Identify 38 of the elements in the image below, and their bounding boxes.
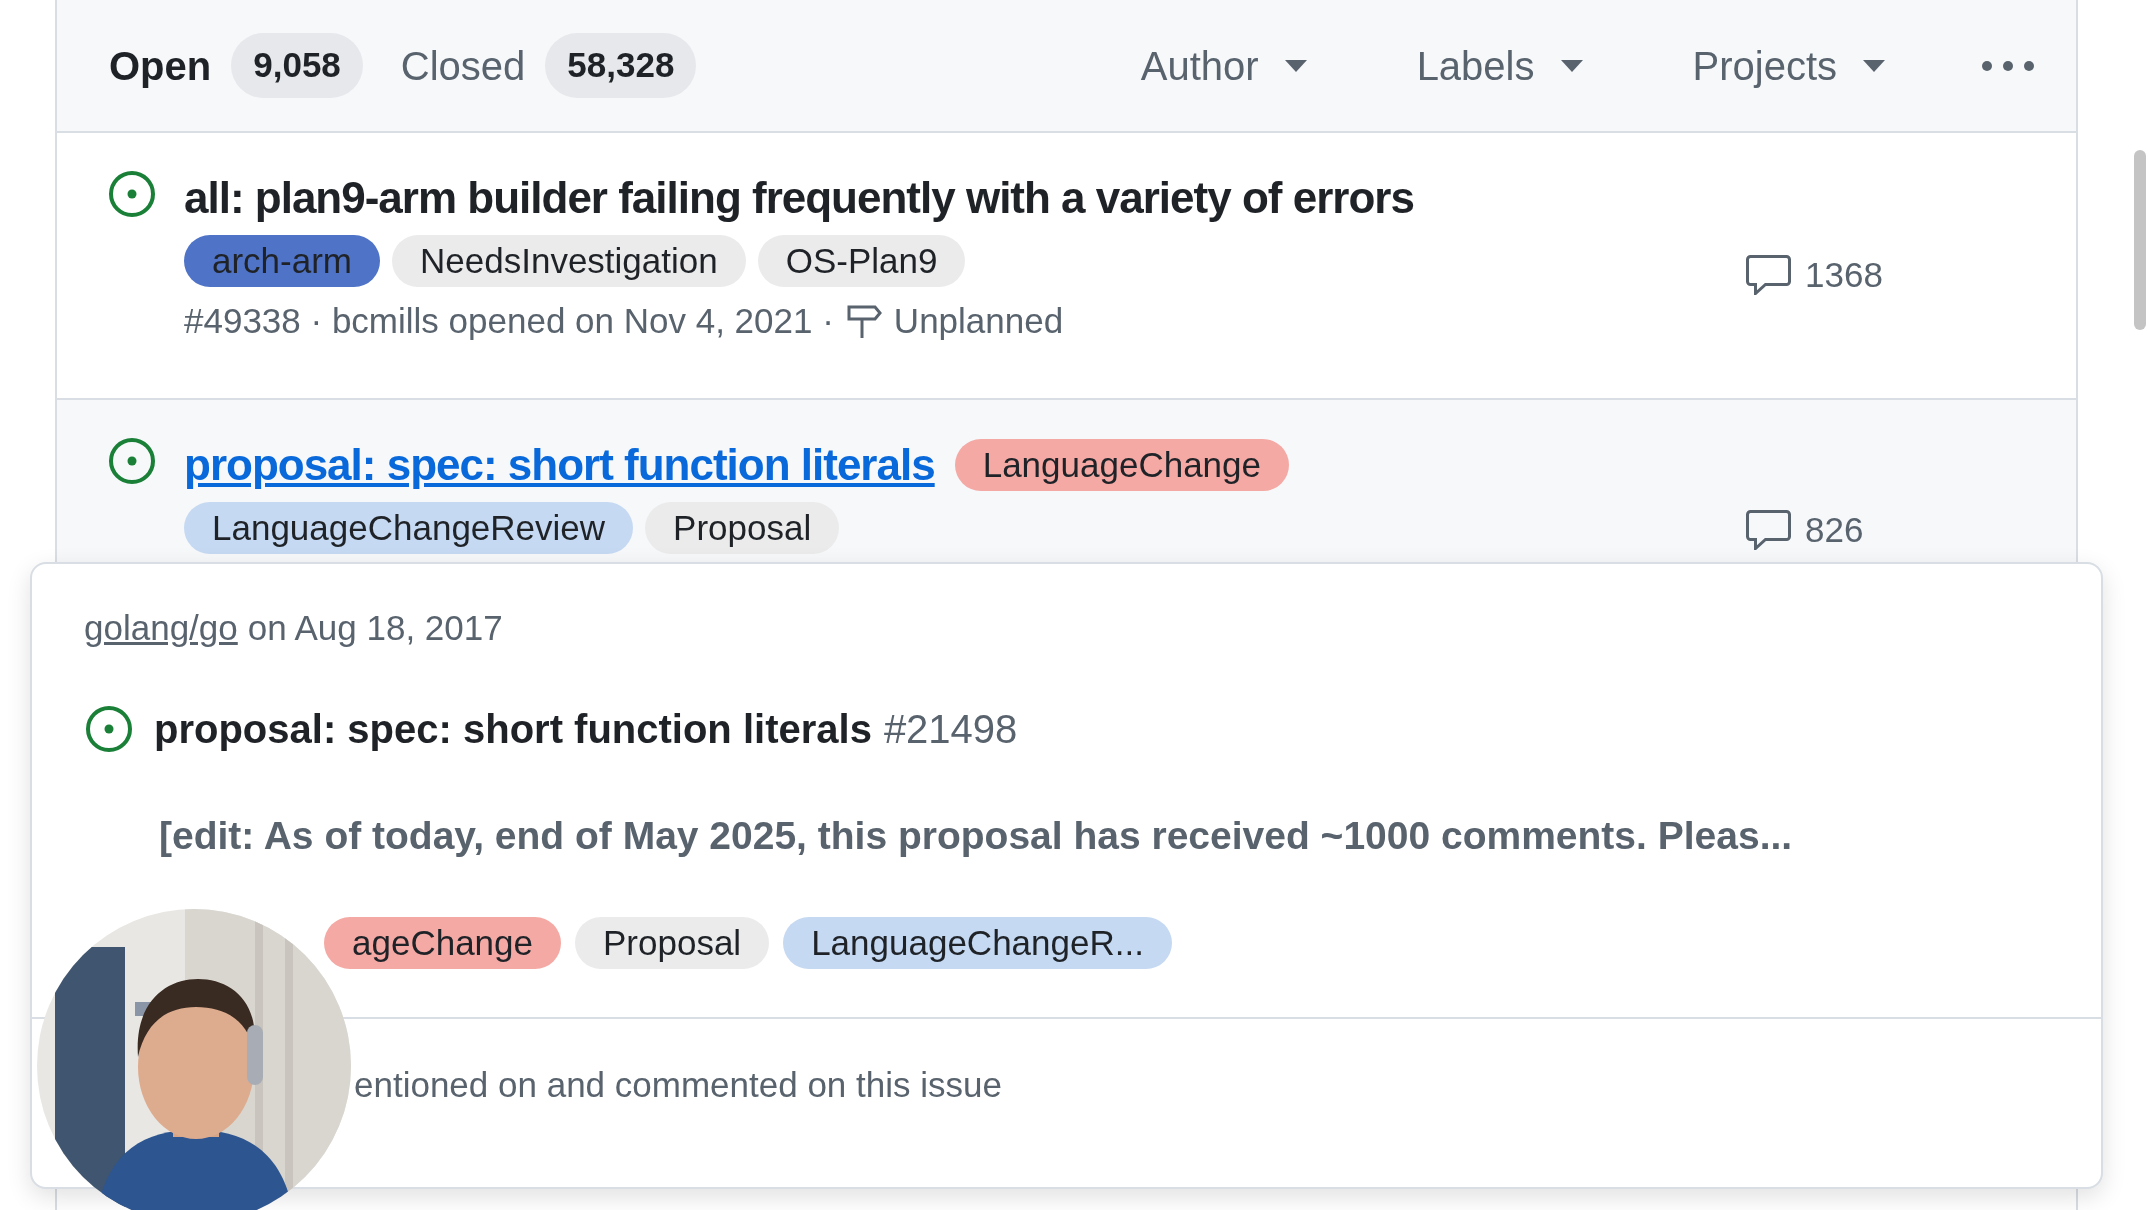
issue-label[interactable]: LanguageChangeReview <box>184 502 634 554</box>
issue-label[interactable]: ageChange <box>324 917 561 969</box>
comment-icon <box>1746 510 1791 551</box>
issue-label[interactable]: Proposal <box>645 502 840 554</box>
issue-meta: #49338 · bcmills opened on Nov 4, 2021 · <box>184 300 834 342</box>
scrollbar-thumb[interactable] <box>2134 150 2146 330</box>
caret-icon <box>1863 59 1885 72</box>
issue-row[interactable]: all: plan9-arm builder failing frequently with a variety of errors arch-arm NeedsInvestigation OS-Plan9 #49338 · bcmills opened on Nov 4, 2021 · Unplanned 1368 <box>57 133 2076 400</box>
card-issue-title: proposal: spec: short function literals <box>154 705 872 753</box>
activity-note: entioned on and commented on this issue <box>353 1064 1003 1106</box>
issue-open-icon <box>84 703 134 754</box>
issue-open-icon <box>107 169 157 219</box>
more-options-icon[interactable] <box>1980 58 2036 73</box>
filter-dropdown[interactable]: Projects <box>1692 35 1885 96</box>
comment-count: 826 <box>1805 509 1864 551</box>
issue-date: on Aug 18, 2017 <box>247 607 503 649</box>
close-reason: Unplanned <box>893 300 1064 342</box>
issue-label[interactable]: LanguageChange <box>954 439 1289 491</box>
issue-label[interactable]: OS-Plan9 <box>757 235 966 287</box>
count-badge: 58,328 <box>545 33 697 98</box>
repo-link[interactable]: golang/go <box>84 602 238 655</box>
issue-title-link[interactable]: proposal: spec: short function literals <box>184 432 935 498</box>
issue-state-tab[interactable]: Closed <box>400 35 526 96</box>
comment-icon <box>1746 255 1791 296</box>
issue-number: #21498 <box>883 705 1018 753</box>
issue-label[interactable]: NeedsInvestigation <box>392 235 746 287</box>
caret-icon <box>1284 59 1307 72</box>
issue-label[interactable]: Proposal <box>575 917 770 969</box>
caret-icon <box>1560 59 1583 72</box>
issue-title-link[interactable]: all: plan9-arm builder failing frequently with a variety of errors <box>184 165 1414 231</box>
issue-state-tab[interactable]: Open <box>109 35 212 96</box>
issue-excerpt: [edit: As of today, end of May 2025, this proposal has received ~1000 comments. Pleas... <box>158 812 1794 859</box>
comment-count: 1368 <box>1805 254 1883 296</box>
issue-open-icon <box>107 436 157 486</box>
filter-dropdown[interactable]: Author <box>1140 35 1307 96</box>
count-badge: 9,058 <box>231 33 363 98</box>
filter-dropdown[interactable]: Labels <box>1416 35 1583 96</box>
issue-label[interactable]: LanguageChangeR... <box>783 917 1172 969</box>
